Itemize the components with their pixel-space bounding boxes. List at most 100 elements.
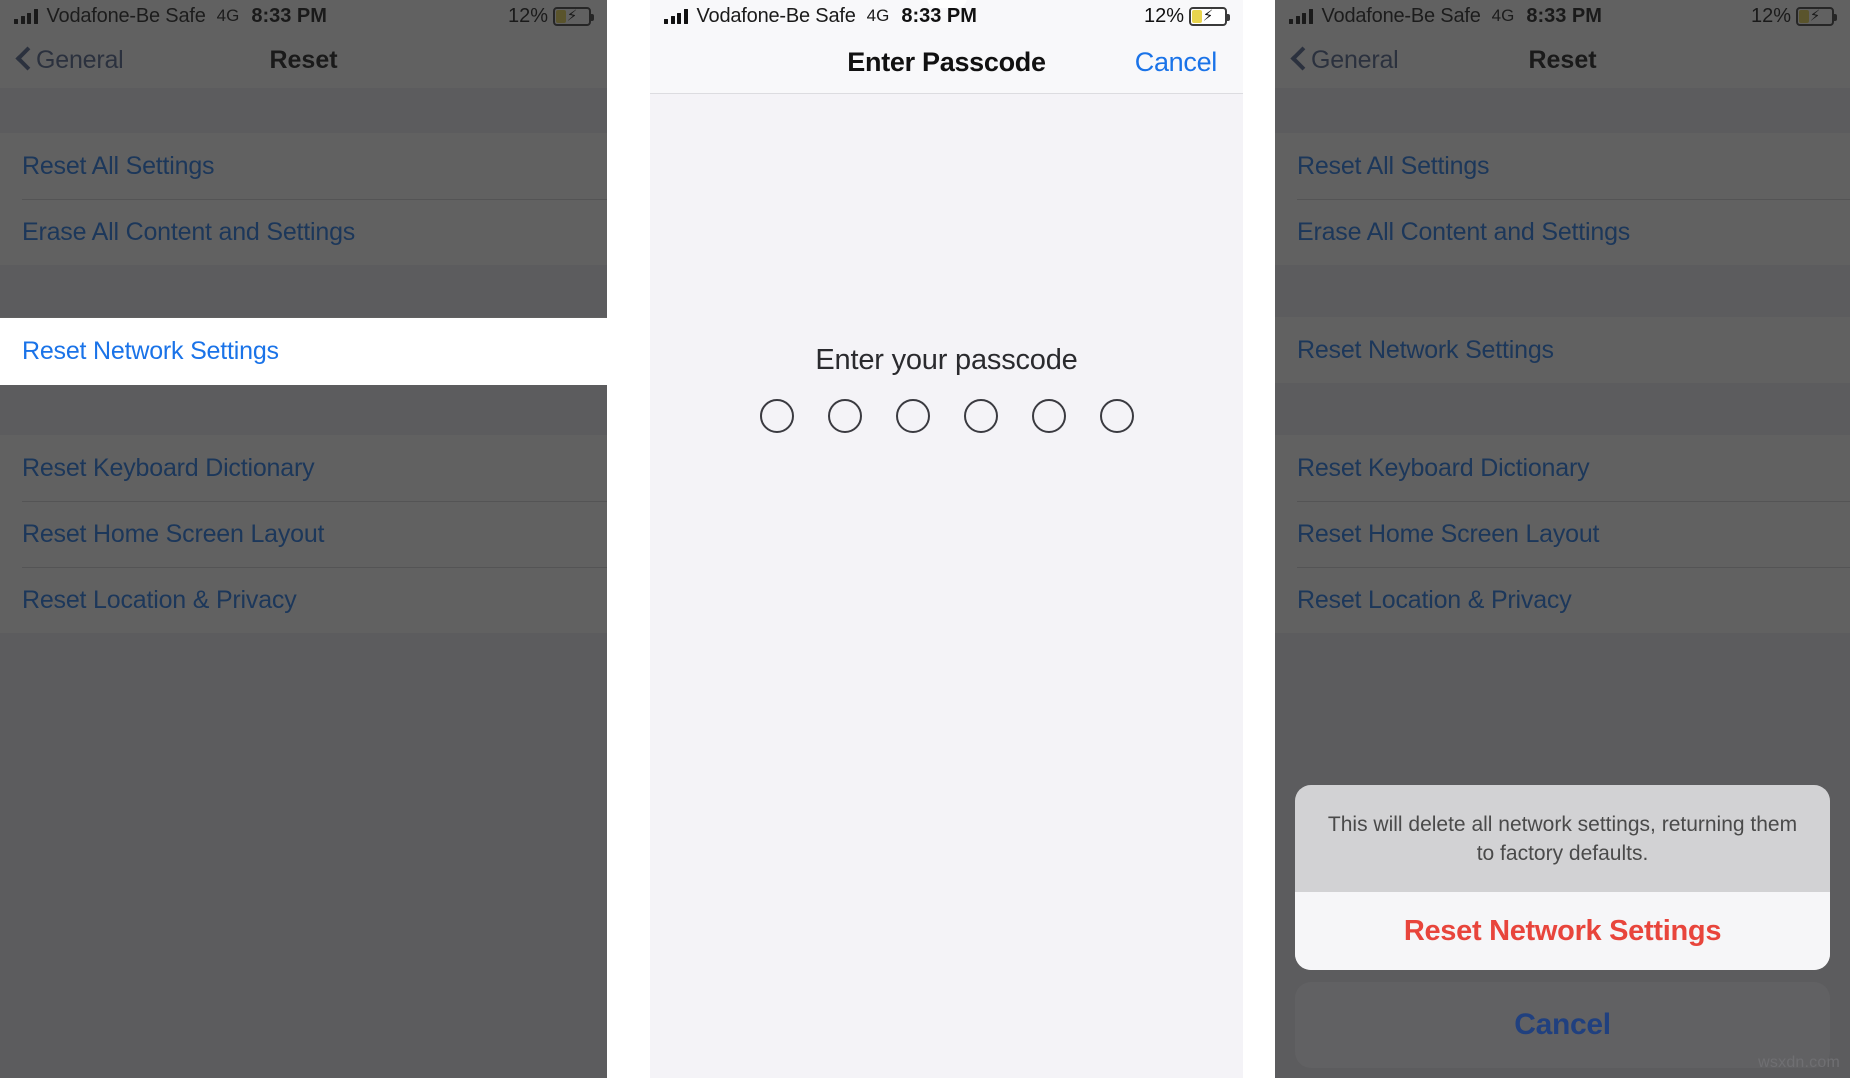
status-bar-right: 12% ⚡ (507, 4, 594, 28)
action-sheet: This will delete all network settings, r… (1295, 785, 1830, 1068)
carrier-label: Vodafone-Be Safe (1321, 4, 1481, 27)
status-bar: Vodafone-Be Safe 4G 8:33 PM 12% ⚡ (0, 0, 607, 32)
list-group-gap (1275, 265, 1850, 317)
phone-panel-enter-passcode: Vodafone-Be Safe 4G 8:33 PM 12% ⚡ Enter … (650, 0, 1243, 1078)
list-item-label: Reset Keyboard Dictionary (22, 453, 315, 482)
list-item-reset-network-settings[interactable]: Reset Network Settings (1275, 317, 1850, 383)
battery-charging-icon: ⚡ (1796, 6, 1837, 26)
back-button-general[interactable]: General (16, 46, 124, 75)
camera-notch (926, 0, 967, 8)
back-button-label: General (36, 45, 124, 74)
list-item-label: Reset Location & Privacy (1297, 585, 1572, 614)
phone-panel-reset-list: Vodafone-Be Safe 4G 8:33 PM 12% ⚡ Genera… (0, 0, 607, 1078)
list-item-reset-location-privacy[interactable]: Reset Location & Privacy (0, 567, 607, 633)
list-item-reset-home-screen-layout[interactable]: Reset Home Screen Layout (0, 501, 607, 567)
list-item-reset-home-screen-layout[interactable]: Reset Home Screen Layout (1275, 501, 1850, 567)
reset-network-settings-button[interactable]: Reset Network Settings (1295, 892, 1830, 970)
cancel-button[interactable]: Cancel (1295, 982, 1830, 1068)
cancel-button[interactable]: Cancel (1135, 47, 1218, 78)
passcode-dot (895, 399, 930, 433)
list-top-spacer (0, 88, 607, 133)
status-bar-right: 12% ⚡ (1143, 4, 1230, 28)
passcode-prompt: Enter your passcode (815, 344, 1078, 376)
battery-charging-icon: ⚡ (553, 6, 594, 26)
list-item-reset-keyboard-dictionary[interactable]: Reset Keyboard Dictionary (0, 435, 607, 501)
action-sheet-message: This will delete all network settings, r… (1295, 785, 1830, 892)
settings-group-2: Reset Network Settings (1275, 317, 1850, 383)
battery-percent-label: 12% (507, 4, 548, 27)
status-bar-left: Vodafone-Be Safe 4G 8:33 PM (14, 5, 327, 28)
carrier-label: Vodafone-Be Safe (46, 4, 206, 27)
charging-bolt-icon: ⚡ (1809, 7, 1821, 25)
settings-group-3: Reset Keyboard Dictionary Reset Home Scr… (0, 435, 607, 633)
chevron-left-icon (16, 47, 32, 73)
chevron-left-icon (1291, 47, 1307, 73)
panel-gap-2 (1243, 0, 1275, 1078)
list-item-label: Reset All Settings (1297, 151, 1490, 180)
signal-bars-icon (14, 8, 38, 24)
settings-group-3: Reset Keyboard Dictionary Reset Home Scr… (1275, 435, 1850, 633)
network-type-label: 4G (216, 6, 240, 25)
watermark: wsxdn.com (1758, 1054, 1840, 1071)
list-group-gap (1275, 383, 1850, 435)
list-group-gap (0, 265, 607, 317)
nav-bar: General Reset (0, 32, 607, 88)
list-top-spacer (1275, 88, 1850, 133)
battery-percent-label: 12% (1143, 4, 1184, 27)
passcode-dots[interactable] (650, 399, 1243, 433)
status-bar: Vodafone-Be Safe 4G 8:33 PM 12% ⚡ (650, 0, 1243, 32)
carrier-label: Vodafone-Be Safe (696, 4, 856, 27)
network-type-label: 4G (866, 6, 890, 25)
signal-bars-icon (1289, 8, 1313, 24)
status-bar-left: Vodafone-Be Safe 4G 8:33 PM (1289, 5, 1602, 28)
clock-label: 8:33 PM (1526, 4, 1602, 27)
charging-bolt-icon: ⚡ (1202, 7, 1214, 25)
back-button-label: General (1311, 45, 1399, 74)
phone-panel-action-sheet: Vodafone-Be Safe 4G 8:33 PM 12% ⚡ Genera… (1275, 0, 1850, 1078)
list-item-reset-keyboard-dictionary[interactable]: Reset Keyboard Dictionary (1275, 435, 1850, 501)
nav-bar: General Reset (1275, 32, 1850, 88)
list-item-erase-all-content[interactable]: Erase All Content and Settings (0, 199, 607, 265)
list-item-label: Reset Network Settings (1297, 335, 1554, 364)
passcode-dot (827, 399, 862, 433)
settings-group-1: Reset All Settings Erase All Content and… (0, 133, 607, 265)
list-item-label: Erase All Content and Settings (1297, 217, 1631, 246)
passcode-dot (1099, 399, 1134, 433)
clock-label: 8:33 PM (251, 4, 327, 27)
battery-percent-label: 12% (1750, 4, 1791, 27)
settings-list: Reset All Settings Erase All Content and… (0, 88, 607, 1078)
reset-network-settings-label: Reset Network Settings (1403, 914, 1722, 947)
passcode-nav-bar: Enter Passcode Cancel (650, 32, 1243, 94)
panel-gap-1 (607, 0, 650, 1078)
back-button-general[interactable]: General (1291, 46, 1399, 75)
passcode-body: Enter your passcode (650, 94, 1243, 1078)
list-item-label: Reset All Settings (22, 151, 215, 180)
signal-bars-icon (664, 8, 688, 24)
list-item-label: Reset Keyboard Dictionary (1297, 453, 1590, 482)
list-item-label: Erase All Content and Settings (22, 217, 356, 246)
list-group-gap (0, 383, 607, 435)
list-item-reset-network-settings-highlight[interactable]: Reset Network Settings (0, 318, 607, 385)
network-type-label: 4G (1491, 6, 1515, 25)
passcode-dot (759, 399, 794, 433)
highlighted-row-reset-network-settings[interactable]: Reset Network Settings (0, 318, 607, 385)
list-item-reset-all-settings[interactable]: Reset All Settings (1275, 133, 1850, 199)
settings-group-1: Reset All Settings Erase All Content and… (1275, 133, 1850, 265)
action-sheet-group: This will delete all network settings, r… (1295, 785, 1830, 970)
charging-bolt-icon: ⚡ (566, 7, 578, 25)
cancel-label: Cancel (1514, 1008, 1611, 1041)
status-bar: Vodafone-Be Safe 4G 8:33 PM 12% ⚡ (1275, 0, 1850, 32)
list-item-label: Reset Location & Privacy (22, 585, 297, 614)
status-bar-left: Vodafone-Be Safe 4G 8:33 PM (664, 5, 977, 28)
list-item-label: Reset Home Screen Layout (1297, 519, 1600, 548)
list-item-reset-location-privacy[interactable]: Reset Location & Privacy (1275, 567, 1850, 633)
list-item-label: Reset Home Screen Layout (22, 519, 325, 548)
passcode-title: Enter Passcode (847, 47, 1046, 77)
list-item-reset-all-settings[interactable]: Reset All Settings (0, 133, 607, 199)
battery-charging-icon: ⚡ (1189, 6, 1230, 26)
list-item-erase-all-content[interactable]: Erase All Content and Settings (1275, 199, 1850, 265)
passcode-dot (1031, 399, 1066, 433)
status-bar-right: 12% ⚡ (1750, 4, 1837, 28)
list-item-label: Reset Network Settings (22, 337, 279, 365)
passcode-dot (963, 399, 998, 433)
